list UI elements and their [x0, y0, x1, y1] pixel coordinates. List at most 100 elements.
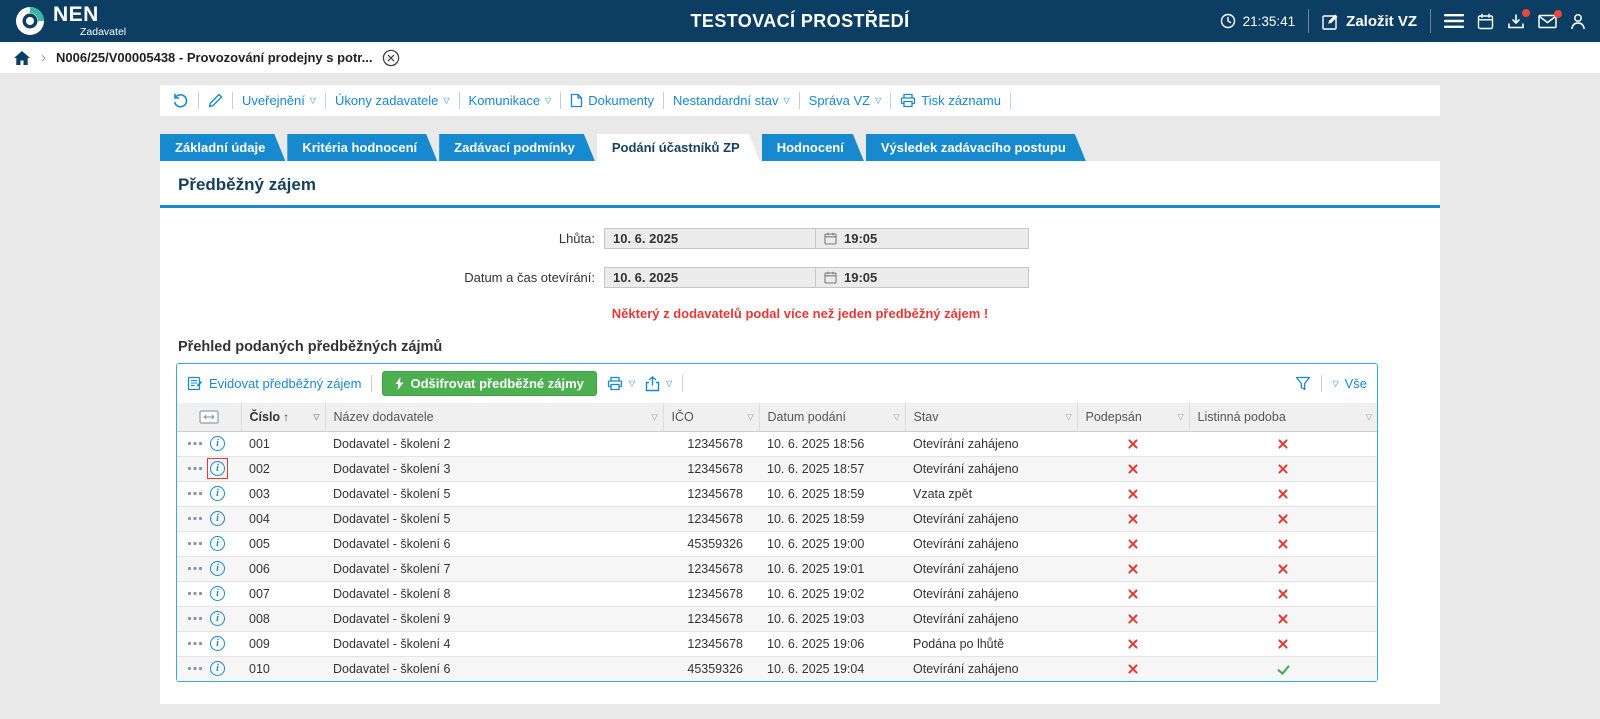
lhuta-time-field[interactable]: 19:05 [815, 228, 1029, 249]
export-grid-button[interactable]: ▽ [645, 375, 672, 392]
column-header-datum-podani[interactable]: Datum podání ▽ [758, 403, 905, 432]
filter-caret-icon[interactable]: ▽ [747, 412, 753, 421]
decrypt-button[interactable]: Odšifrovat předběžné zájmy [382, 371, 597, 396]
otevirani-time-field[interactable]: 19:05 [815, 267, 1029, 288]
filter-caret-icon[interactable]: ▽ [893, 412, 899, 421]
filter-caret-icon[interactable]: ▽ [1065, 412, 1071, 421]
info-icon-wrap[interactable] [210, 436, 225, 451]
info-icon-wrap[interactable] [210, 661, 225, 676]
info-icon[interactable] [210, 461, 225, 476]
nen-logo[interactable]: NEN Zadavatel [14, 4, 126, 38]
otevirani-date-field[interactable]: 10. 6. 2025 [604, 267, 815, 288]
info-icon[interactable] [210, 561, 225, 576]
tab-podani-ucastniku-zp[interactable]: Podání účastníků ZP [597, 134, 760, 161]
downloads-button[interactable] [1507, 8, 1530, 30]
filter-caret-icon[interactable]: ▽ [651, 412, 657, 421]
create-vz-label: Založit VZ [1346, 12, 1417, 30]
toolbar-item-label: Nestandardní stav [672, 93, 779, 108]
row-menu-icon[interactable] [187, 566, 203, 571]
calendar-button[interactable] [1477, 13, 1494, 30]
row-menu-icon[interactable] [187, 516, 203, 521]
info-icon-wrap[interactable] [210, 636, 225, 651]
table-row[interactable]: 007 Dodavatel - školení 8 12345678 10. 6… [177, 581, 1377, 607]
toolbar-item-nestandardni-stav[interactable]: Nestandardní stav ▽ [673, 93, 790, 108]
home-icon[interactable] [13, 50, 31, 66]
row-menu-icon[interactable] [187, 591, 203, 596]
toolbar-item-uverejneni[interactable]: Uveřejnění ▽ [242, 93, 316, 108]
history-back-icon[interactable] [172, 92, 189, 109]
info-icon-wrap[interactable] [210, 486, 225, 501]
close-icon[interactable] [382, 49, 400, 67]
toolbar-item-ukony-zadavatele[interactable]: Úkony zadavatele ▽ [335, 93, 450, 108]
columns-icon [199, 409, 219, 425]
column-header-cislo[interactable]: Číslo ↑ ▽ [240, 403, 325, 432]
table-row[interactable]: 010 Dodavatel - školení 6 45359326 10. 6… [177, 656, 1377, 681]
info-icon[interactable] [210, 486, 225, 501]
row-menu-icon[interactable] [187, 491, 203, 496]
toolbar-divider [560, 92, 562, 109]
column-header-listinna-podoba[interactable]: Listinná podoba ▽ [1188, 403, 1377, 432]
filter-caret-icon[interactable]: ▽ [1177, 412, 1183, 421]
print-grid-button[interactable]: ▽ [607, 376, 635, 391]
user-profile-button[interactable] [1570, 13, 1586, 30]
row-menu-icon[interactable] [187, 666, 203, 671]
info-icon[interactable] [210, 611, 225, 626]
main-menu-button[interactable] [1444, 13, 1464, 29]
tab-hodnoceni[interactable]: Hodnocení [762, 134, 864, 161]
row-menu-icon[interactable] [187, 466, 203, 471]
row-menu-icon[interactable] [187, 641, 203, 646]
tab-kriteria-hodnoceni[interactable]: Kritéria hodnocení [287, 134, 437, 161]
table-row[interactable]: 001 Dodavatel - školení 2 12345678 10. 6… [177, 431, 1377, 457]
info-icon-wrap[interactable] [210, 561, 225, 576]
column-header-stav[interactable]: Stav ▽ [904, 403, 1077, 432]
row-actions-cell [177, 631, 241, 657]
tab-zadavaci-podminky[interactable]: Zadávací podmínky [439, 134, 595, 161]
info-icon-wrap[interactable] [210, 586, 225, 601]
register-interest-button[interactable]: Evidovat předběžný zájem [187, 376, 361, 391]
brand-subtitle: Zadavatel [80, 26, 127, 39]
table-row[interactable]: 003 Dodavatel - školení 5 12345678 10. 6… [177, 481, 1377, 507]
table-row[interactable]: 009 Dodavatel - školení 4 12345678 10. 6… [177, 631, 1377, 657]
row-menu-icon[interactable] [187, 541, 203, 546]
lhuta-date-field[interactable]: 10. 6. 2025 [604, 228, 815, 249]
column-chooser-button[interactable] [177, 403, 241, 432]
create-vz-button[interactable]: Založit VZ [1322, 13, 1417, 30]
tab-zakladni-udaje[interactable]: Základní údaje [160, 134, 285, 161]
row-menu-icon[interactable] [187, 441, 203, 446]
breadcrumb-record[interactable]: N006/25/V00005438 - Provozování prodejny… [56, 50, 372, 65]
toolbar-item-label: Dokumenty [588, 93, 654, 108]
toolbar-item-label: Správa VZ [808, 93, 871, 108]
info-icon-wrap[interactable] [210, 536, 225, 551]
tab-vysledek-zadavaciho-postupu[interactable]: Výsledek zadávacího postupu [866, 134, 1086, 161]
toolbar-item-sprava-vz[interactable]: Správa VZ ▽ [809, 93, 882, 108]
filter-caret-icon[interactable]: ▽ [1366, 412, 1372, 421]
filter-icon[interactable] [1295, 376, 1311, 391]
filter-caret-icon[interactable]: ▽ [313, 412, 319, 421]
info-icon[interactable] [210, 436, 225, 451]
info-icon[interactable] [210, 586, 225, 601]
info-icon-wrap[interactable] [210, 511, 225, 526]
pencil-icon[interactable] [208, 93, 223, 108]
info-icon-wrap[interactable] [207, 458, 228, 479]
table-row[interactable]: 002 Dodavatel - školení 3 12345678 10. 6… [177, 456, 1377, 482]
column-header-podepsan[interactable]: Podepsán ▽ [1076, 403, 1189, 432]
table-row[interactable]: 008 Dodavatel - školení 9 12345678 10. 6… [177, 606, 1377, 632]
info-icon[interactable] [210, 661, 225, 676]
table-row[interactable]: 006 Dodavatel - školení 7 12345678 10. 6… [177, 556, 1377, 582]
toolbar-item-dokumenty[interactable]: Dokumenty [570, 93, 654, 108]
filter-all-dropdown[interactable]: ▽ Vše [1332, 376, 1367, 391]
info-icon[interactable] [210, 511, 225, 526]
toolbar-item-tisk-zaznamu[interactable]: Tisk záznamu [900, 93, 1001, 108]
table-row[interactable]: 004 Dodavatel - školení 5 12345678 10. 6… [177, 506, 1377, 532]
cell-ico: 12345678 [663, 481, 759, 507]
info-icon-wrap[interactable] [210, 611, 225, 626]
info-icon[interactable] [210, 536, 225, 551]
column-header-nazev-dodavatele[interactable]: Název dodavatele ▽ [324, 403, 663, 432]
info-icon[interactable] [210, 636, 225, 651]
table-row[interactable]: 005 Dodavatel - školení 6 45359326 10. 6… [177, 531, 1377, 557]
messages-button[interactable] [1538, 9, 1562, 29]
column-header-ico[interactable]: IČO ▽ [662, 403, 759, 432]
toolbar-item-komunikace[interactable]: Komunikace ▽ [469, 93, 552, 108]
row-menu-icon[interactable] [187, 616, 203, 621]
cell-datum-podani: 10. 6. 2025 18:59 [759, 506, 905, 532]
